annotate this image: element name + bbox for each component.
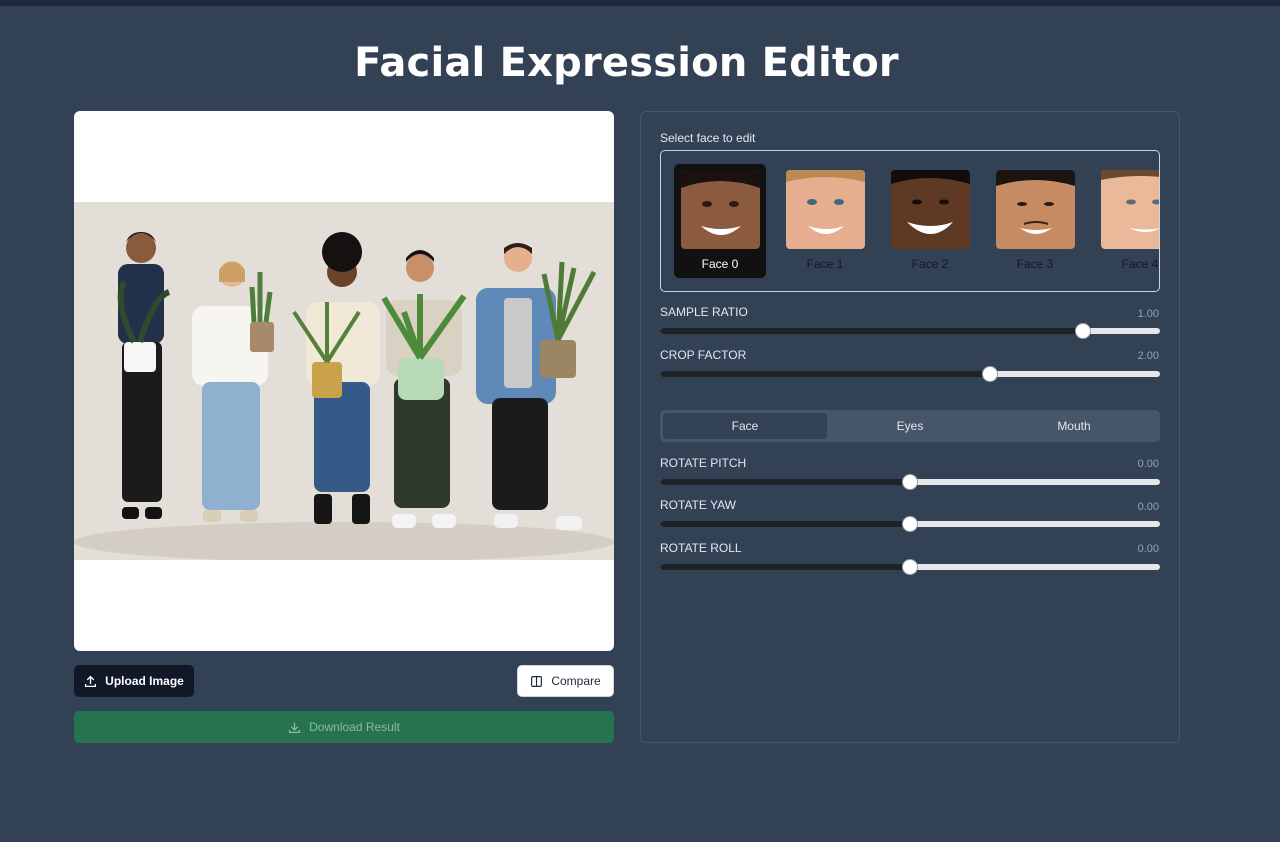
face-option-4[interactable]: Face 4 <box>1094 164 1159 278</box>
slider-thumb[interactable] <box>902 474 918 490</box>
rotate-yaw-label: ROTATE YAW <box>660 498 737 512</box>
crop-factor-value: 2.00 <box>1137 350 1159 362</box>
face-name: Face 0 <box>701 257 739 271</box>
slider-fill <box>660 564 910 570</box>
page-title: Facial Expression Editor <box>354 40 899 86</box>
slider-fill <box>660 479 910 485</box>
rotate-pitch-value: 0.00 <box>1137 458 1159 470</box>
face-option-1[interactable]: Face 1 <box>779 164 871 278</box>
compare-label: Compare <box>551 674 601 688</box>
crop-factor-label: CROP FACTOR <box>660 348 747 362</box>
rotate-pitch-label: ROTATE PITCH <box>660 456 747 470</box>
rotate-roll-value: 0.00 <box>1137 543 1159 555</box>
slider-thumb[interactable] <box>902 559 918 575</box>
face-name: Face 1 <box>806 257 844 271</box>
group-photo <box>74 202 614 560</box>
compare-button[interactable]: Compare <box>517 665 614 697</box>
top-bar <box>0 0 1280 6</box>
upload-image-button[interactable]: Upload Image <box>74 665 194 697</box>
slider-thumb[interactable] <box>982 366 998 382</box>
rotate-roll-label: ROTATE ROLL <box>660 541 742 555</box>
slider-fill <box>660 328 1083 334</box>
upload-image-label: Upload Image <box>105 674 184 688</box>
slider-fill <box>660 371 990 377</box>
slider-thumb[interactable] <box>902 516 918 532</box>
edit-region-tabs: Face Eyes Mouth <box>660 410 1160 442</box>
download-result-button[interactable]: Download Result <box>74 711 614 743</box>
rotate-yaw-value: 0.00 <box>1137 501 1159 513</box>
face-name: Face 3 <box>1016 257 1054 271</box>
split-view-icon <box>531 675 543 687</box>
face-selector[interactable]: Face 0 Face 1 Face 2 Face 3 Face 4 <box>660 150 1160 292</box>
tab-mouth[interactable]: Mouth <box>992 413 1156 439</box>
face-option-2[interactable]: Face 2 <box>884 164 976 278</box>
slider-fill <box>660 521 910 527</box>
face-option-3[interactable]: Face 3 <box>989 164 1081 278</box>
face-thumbnail <box>786 170 865 249</box>
rotate-pitch-slider[interactable] <box>660 474 1160 490</box>
tab-face[interactable]: Face <box>663 413 827 439</box>
crop-factor-slider[interactable] <box>660 366 1160 382</box>
sample-ratio-value: 1.00 <box>1137 308 1159 320</box>
face-name: Face 4 <box>1121 257 1159 271</box>
face-thumbnail <box>891 170 970 249</box>
download-result-label: Download Result <box>309 720 400 734</box>
download-icon <box>289 722 301 733</box>
rotate-roll-slider[interactable] <box>660 559 1160 575</box>
face-thumbnail <box>681 170 760 249</box>
rotate-yaw-slider[interactable] <box>660 516 1160 532</box>
sample-ratio-slider[interactable] <box>660 323 1160 339</box>
sample-ratio-label: SAMPLE RATIO <box>660 305 748 319</box>
tab-eyes[interactable]: Eyes <box>828 413 992 439</box>
slider-thumb[interactable] <box>1074 323 1091 339</box>
face-selector-label: Select face to edit <box>660 131 756 145</box>
face-thumbnail <box>1101 170 1159 249</box>
face-name: Face 2 <box>911 257 949 271</box>
upload-icon <box>85 675 97 687</box>
image-preview <box>74 111 614 651</box>
face-thumbnail <box>996 170 1075 249</box>
face-option-0[interactable]: Face 0 <box>674 164 766 278</box>
